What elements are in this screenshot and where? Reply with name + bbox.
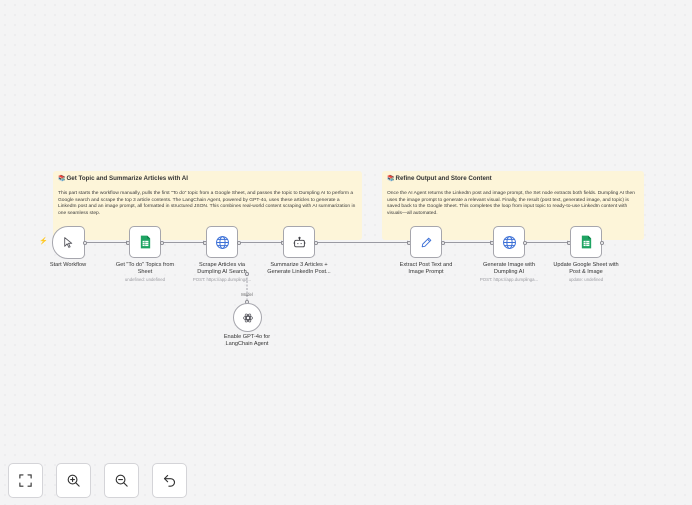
node-label: Start Workflow — [49, 262, 87, 268]
fit-view-icon — [19, 474, 32, 487]
globe-icon — [502, 235, 516, 249]
output-port[interactable] — [160, 240, 164, 245]
note-body: This part starts the workflow manually, … — [58, 191, 356, 216]
node-subtitle: update: undefined — [568, 277, 604, 282]
output-port[interactable] — [237, 240, 241, 245]
model-port-label: Model — [241, 292, 253, 297]
fit-view-button[interactable] — [8, 463, 43, 498]
node-scrape-articles[interactable] — [206, 226, 238, 258]
google-sheets-icon — [581, 235, 591, 249]
zoom-in-button[interactable] — [56, 463, 91, 498]
node-label: Summarize 3 Articles + Generate LinkedIn… — [267, 262, 331, 275]
output-port[interactable] — [83, 240, 87, 245]
node-label: Extract Post Text and Image Prompt — [399, 262, 453, 275]
node-subtitle: POST: https://app.dumplinga... — [192, 277, 252, 282]
node-summarize-agent[interactable] — [283, 226, 315, 258]
node-gpt4o-model[interactable] — [233, 303, 262, 332]
node-subtitle: POST: https://app.dumplinga... — [479, 277, 539, 282]
node-start-workflow[interactable] — [52, 226, 85, 259]
node-update-sheet[interactable] — [570, 226, 602, 258]
zoom-out-icon — [115, 474, 128, 487]
note-title: Get Topic and Summarize Articles with AI — [66, 175, 188, 182]
node-label: Generate Image with Dumpling AI — [483, 262, 535, 275]
undo-button[interactable] — [152, 463, 187, 498]
zoom-out-button[interactable] — [104, 463, 139, 498]
note-title: Refine Output and Store Content — [395, 175, 492, 182]
undo-icon — [163, 474, 176, 487]
note-body: Once the AI Agent returns the LinkedIn p… — [387, 191, 635, 216]
trigger-bolt-icon: ⚡ — [39, 238, 48, 245]
openai-icon — [242, 313, 253, 322]
pencil-icon — [421, 237, 431, 247]
node-subtitle: undefined: undefined — [124, 277, 166, 282]
node-extract-post[interactable] — [410, 226, 442, 258]
zoom-in-icon — [67, 474, 80, 487]
node-generate-image[interactable] — [493, 226, 525, 258]
output-port[interactable] — [523, 240, 527, 245]
output-port[interactable] — [314, 240, 318, 245]
books-emoji: 📚 — [58, 176, 66, 182]
node-get-topics[interactable] — [129, 226, 161, 258]
output-port[interactable] — [441, 240, 445, 245]
cursor-icon — [64, 237, 73, 248]
node-label: Get "To do" Topics from Sheet — [115, 262, 175, 275]
node-label: Update Google Sheet with Post & Image — [553, 262, 619, 275]
google-sheets-icon — [140, 235, 150, 249]
books-emoji: 📚 — [387, 176, 395, 182]
model-input-port[interactable] — [245, 272, 249, 276]
globe-icon — [215, 235, 229, 249]
robot-icon — [293, 236, 305, 247]
node-label: Enable GPT-4o for LangChain Agent — [223, 334, 271, 347]
output-port[interactable] — [600, 240, 604, 245]
